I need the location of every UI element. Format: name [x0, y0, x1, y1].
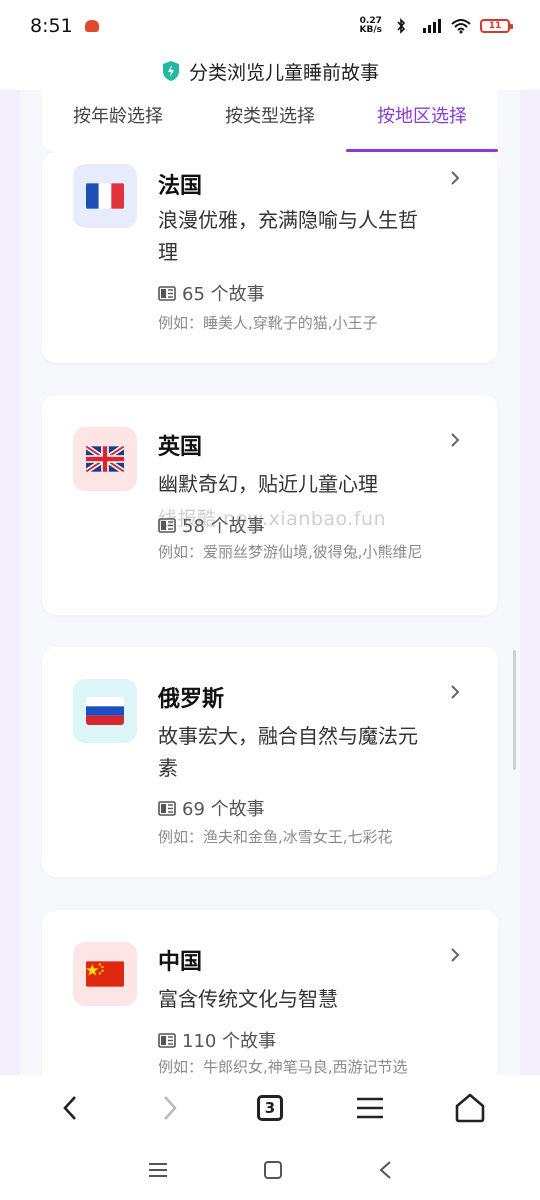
bluetooth-icon — [397, 18, 406, 34]
country-description: 浪漫优雅，充满隐喻与人生哲理 — [158, 208, 418, 264]
example-stories: 例如：渔夫和金鱼,冰雪女王,七彩花 — [158, 828, 393, 846]
story-count-text: 65 个故事 — [182, 284, 265, 305]
chevron-right-icon — [451, 685, 460, 699]
region-card-china[interactable]: 中国 富含传统文化与智慧 110 个故事 例如：牛郎织女,神笔马良,西游记节选 — [42, 910, 498, 1075]
story-count: 69 个故事 — [158, 795, 265, 821]
status-time: 8:51 — [30, 15, 73, 37]
region-card-russia[interactable]: 俄罗斯 故事宏大，融合自然与魔法元素 69 个故事 例如：渔夫和金鱼,冰雪女王,… — [42, 647, 498, 877]
page-title: 分类浏览儿童睡前故事 — [188, 61, 379, 84]
flag-container — [73, 164, 137, 228]
region-card-uk[interactable]: 英国 幽默奇幻，贴近儿童心理 58 个故事 例如：爱丽丝梦游仙境,彼得兔,小熊维… — [42, 395, 498, 615]
status-bar: 8:51 0.27 KB/s 11 — [0, 0, 540, 52]
back-button[interactable] — [50, 1088, 90, 1128]
browser-toolbar: 3 — [0, 1075, 540, 1140]
story-count-text: 69 个故事 — [182, 799, 265, 820]
france-flag-icon — [86, 183, 124, 209]
country-description: 故事宏大，融合自然与魔法元素 — [158, 724, 418, 780]
example-stories: 例如：爱丽丝梦游仙境,彼得兔,小熊维尼 — [158, 543, 423, 561]
system-back-icon[interactable] — [378, 1160, 392, 1180]
country-name: 中国 — [158, 950, 203, 975]
flag-container — [73, 679, 137, 743]
network-speed: 0.27 KB/s — [360, 17, 382, 35]
menu-button[interactable] — [350, 1088, 390, 1128]
country-name: 英国 — [158, 435, 203, 460]
chevron-left-icon — [63, 1095, 76, 1120]
tab-bar: 按年龄选择 按类型选择 按地区选择 — [42, 90, 498, 153]
net-speed-unit: KB/s — [359, 25, 382, 35]
book-icon — [158, 517, 176, 533]
china-flag-icon — [86, 961, 124, 987]
country-name: 俄罗斯 — [158, 687, 225, 712]
example-stories: 例如：牛郎织女,神笔马良,西游记节选 — [158, 1058, 408, 1075]
story-count: 65 个故事 — [158, 280, 265, 306]
flag-container — [73, 942, 137, 1006]
status-icons: 0.27 KB/s 11 — [360, 17, 513, 35]
home-icon — [455, 1093, 485, 1122]
shield-icon — [162, 61, 179, 81]
book-icon — [158, 1032, 176, 1048]
cellular-signal-icon — [423, 19, 441, 33]
story-count: 110 个故事 — [158, 1027, 276, 1053]
home-square-icon[interactable] — [263, 1160, 283, 1180]
wifi-icon — [451, 19, 471, 34]
hamburger-menu-icon — [357, 1097, 383, 1118]
chevron-right-icon — [451, 171, 460, 185]
example-stories: 例如：睡美人,穿靴子的猫,小王子 — [158, 314, 378, 332]
region-card-france[interactable]: 法国 浪漫优雅，充满隐喻与人生哲理 65 个故事 例如：睡美人,穿靴子的猫,小王… — [42, 152, 498, 363]
story-count-text: 110 个故事 — [182, 1031, 277, 1052]
story-count-text: 58 个故事 — [182, 516, 265, 537]
chevron-right-icon — [164, 1095, 177, 1120]
forward-button[interactable] — [150, 1088, 190, 1128]
tab-by-age[interactable]: 按年龄选择 — [42, 90, 194, 152]
scrollbar[interactable] — [513, 650, 516, 770]
country-description: 富含传统文化与智慧 — [158, 987, 338, 1011]
app-notification-icon — [84, 20, 99, 32]
book-icon — [158, 285, 176, 301]
page-content[interactable]: 按年龄选择 按类型选择 按地区选择 法国 浪漫优雅，充满隐喻与人生哲理 65 个… — [20, 90, 520, 1075]
recent-apps-icon[interactable] — [148, 1162, 168, 1178]
uk-flag-icon — [86, 445, 124, 473]
country-name: 法国 — [158, 174, 203, 199]
chevron-right-icon — [451, 948, 460, 962]
tab-count: 3 — [257, 1094, 283, 1121]
country-description: 幽默奇幻，贴近儿童心理 — [158, 472, 378, 496]
tabs-button[interactable]: 3 — [250, 1088, 290, 1128]
tab-by-region[interactable]: 按地区选择 — [346, 90, 498, 152]
russia-flag-icon — [86, 697, 124, 725]
book-icon — [158, 800, 176, 816]
tab-by-type[interactable]: 按类型选择 — [194, 90, 346, 152]
system-nav-bar — [0, 1140, 540, 1200]
story-count: 58 个故事 — [158, 512, 265, 538]
flag-container — [73, 427, 137, 491]
title-bar: 分类浏览儿童睡前故事 — [0, 52, 540, 90]
chevron-right-icon — [451, 433, 460, 447]
home-button[interactable] — [450, 1088, 490, 1128]
battery-icon: 11 — [480, 19, 513, 33]
